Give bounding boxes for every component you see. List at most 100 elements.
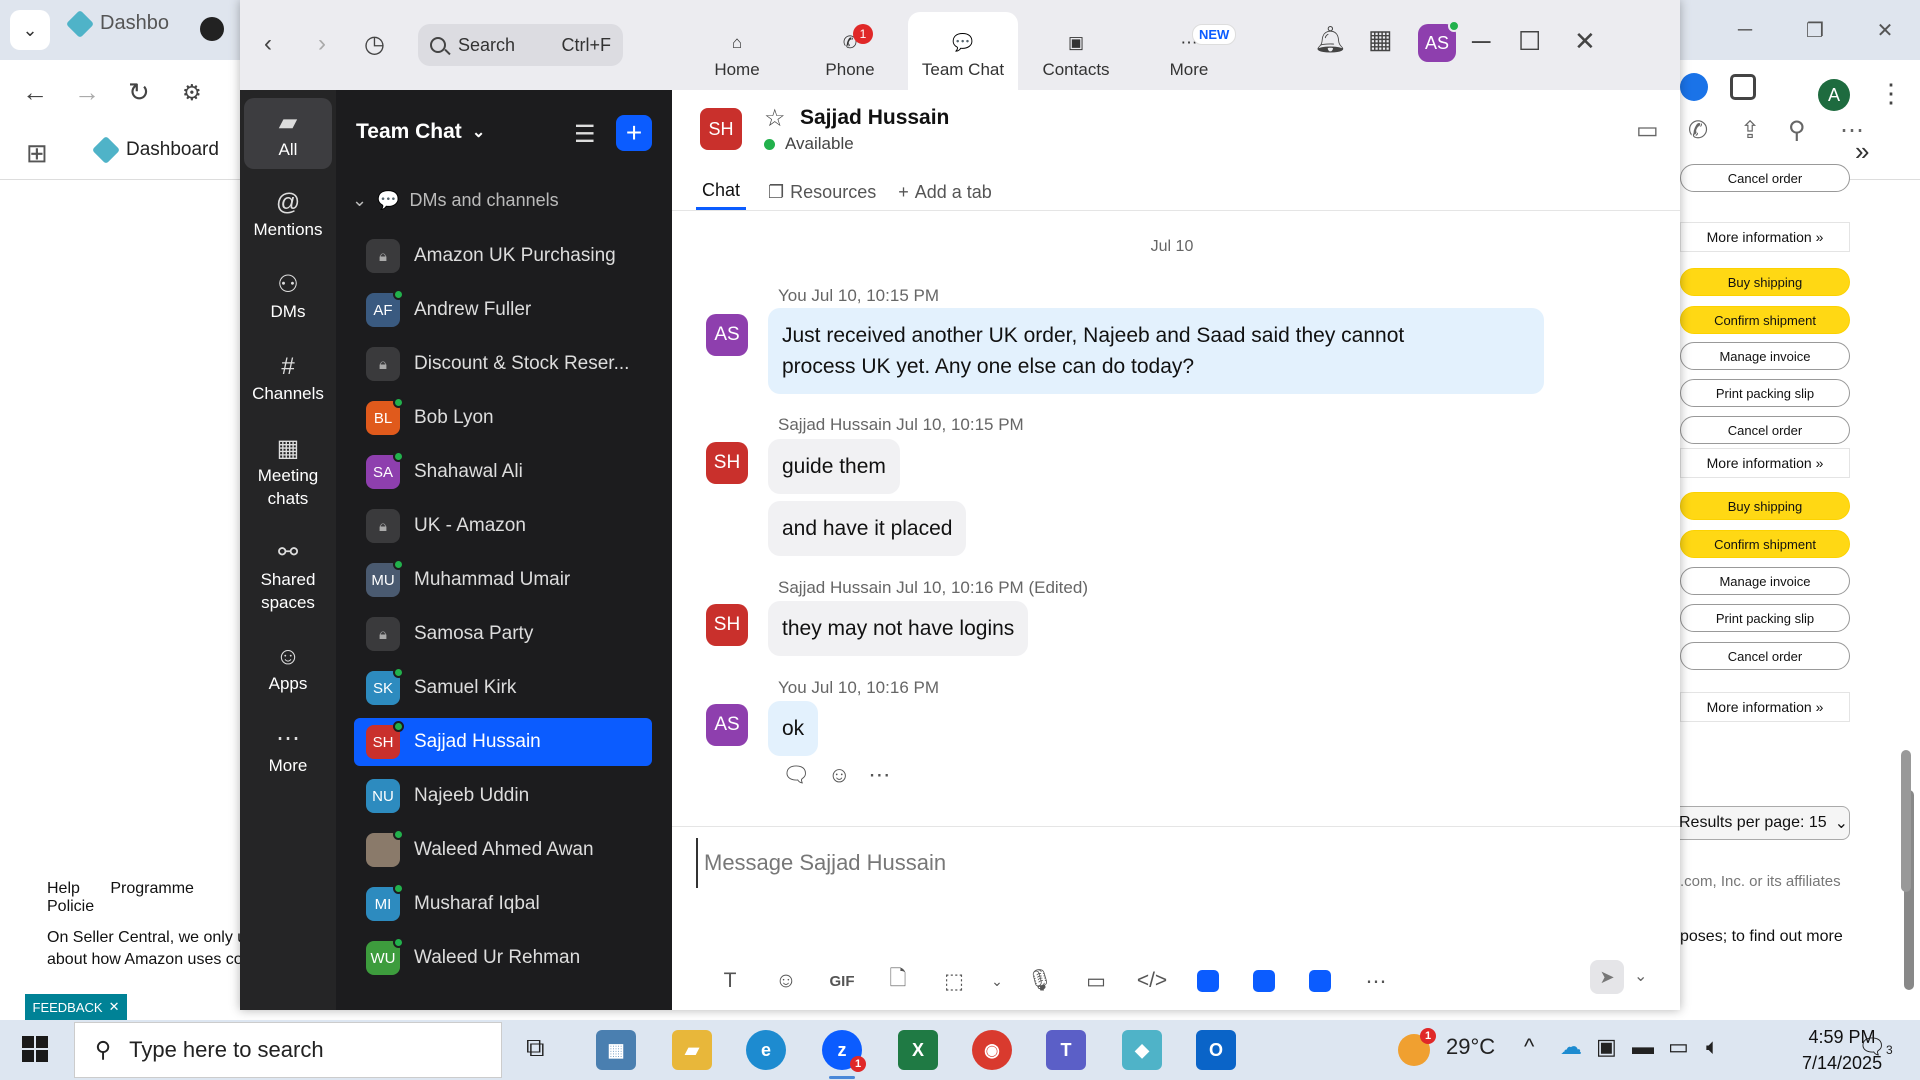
send-button[interactable]: ➤ [1590, 960, 1624, 994]
footer-link-help[interactable]: Help [47, 880, 80, 897]
message-bubble[interactable]: Just received another UK order, Najeeb a… [768, 308, 1544, 394]
message-bubble[interactable]: guide them [768, 439, 900, 494]
order-action-button[interactable]: Manage invoice [1680, 567, 1850, 595]
forward-icon[interactable]: → [74, 77, 100, 108]
notifications-icon[interactable]: 🗨︎3 [1858, 1034, 1893, 1060]
order-action-button[interactable]: Confirm shipment [1680, 306, 1850, 334]
rail-item-mentions[interactable]: @ Mentions [244, 186, 332, 241]
order-action-button[interactable]: Print packing slip [1680, 604, 1850, 632]
add-reaction-icon[interactable]: ☺ [828, 762, 850, 788]
calculator-icon[interactable]: ▦ [596, 1030, 636, 1070]
filter-icon[interactable]: ☰ [574, 120, 596, 149]
browser-tab-2[interactable] [200, 17, 224, 41]
conversation-item[interactable]: WU Waleed Ur Rehman [354, 934, 652, 982]
minimize-icon[interactable]: ─ [1472, 26, 1490, 57]
conversation-item[interactable]: MU Muhammad Umair [354, 556, 652, 604]
clips-app-icon[interactable] [1292, 966, 1348, 996]
bookmark-dashboard[interactable]: Dashboard [91, 135, 219, 165]
windows-start-icon[interactable] [22, 1036, 48, 1062]
more-icon[interactable]: ⋯ [868, 762, 890, 788]
tab-phone[interactable]: ✆ 1 Phone [795, 12, 905, 90]
site-info-icon[interactable]: ⚙ [182, 80, 202, 106]
microphone-icon[interactable]: 🎙︎ [1012, 966, 1068, 996]
star-icon[interactable]: ☆ [764, 104, 786, 133]
browser-profile-avatar[interactable]: A [1818, 79, 1850, 111]
conversation-item[interactable]: MI Musharaf Iqbal [354, 880, 652, 928]
more-tools-icon[interactable]: ⋯ [1348, 966, 1404, 996]
task-view-icon[interactable]: ⧉ [526, 1032, 545, 1064]
tab-search-button[interactable]: ⌄ [10, 10, 50, 50]
rail-item-dms[interactable]: ⚇ DMs [244, 268, 332, 323]
tab-home[interactable]: ⌂ Home [682, 12, 792, 90]
close-icon[interactable]: ✕ [1850, 0, 1920, 60]
back-icon[interactable]: ← [22, 77, 48, 108]
dashboard-app-icon[interactable]: ◆ [1122, 1030, 1162, 1070]
video-message-icon[interactable]: ▭ [1068, 966, 1124, 996]
whiteboard-app-icon[interactable] [1236, 966, 1292, 996]
conversation-item[interactable]: BL Bob Lyon [354, 394, 652, 442]
order-action-button[interactable]: Cancel order [1680, 164, 1850, 192]
excel-icon[interactable]: X [898, 1030, 938, 1070]
chat-scrollbar[interactable] [1900, 210, 1912, 910]
teams-icon[interactable]: T [1046, 1030, 1086, 1070]
rail-item-meeting-chats[interactable]: ▦ Meeting chats [244, 432, 332, 510]
format-text-icon[interactable]: T [702, 966, 758, 996]
minimize-icon[interactable]: ─ [1710, 0, 1780, 60]
calendar-icon[interactable]: ▦ [1368, 24, 1393, 55]
restore-icon[interactable]: ❐ [1780, 0, 1850, 60]
user-avatar[interactable]: AS [1418, 20, 1460, 62]
order-action-button[interactable]: Confirm shipment [1680, 530, 1850, 558]
conversation-item[interactable]: Waleed Ahmed Awan [354, 826, 652, 874]
gif-button[interactable]: GIF [814, 966, 870, 996]
order-action-button[interactable]: Buy shipping [1680, 492, 1850, 520]
contact-name[interactable]: Sajjad Hussain [800, 106, 949, 130]
close-icon[interactable]: ✕ [1574, 26, 1596, 57]
rail-item-more[interactable]: ⋯ More [244, 722, 332, 777]
zoom-app-icon[interactable]: z1 [822, 1030, 866, 1072]
section-dms-and-channels[interactable]: ⌄ 💬 DMs and channels [352, 190, 559, 211]
phone-icon[interactable]: ✆ [1688, 116, 1708, 145]
reply-icon[interactable]: 🗨︎ [782, 762, 810, 788]
tab-team-chat[interactable]: 💬 Team Chat [908, 12, 1018, 90]
rail-item-apps[interactable]: ☺ Apps [244, 640, 332, 695]
new-chat-button[interactable]: + [616, 115, 652, 151]
bell-icon[interactable]: 🔔︎ [1314, 24, 1347, 55]
search-icon[interactable]: ⚲ [1788, 116, 1806, 145]
message-bubble[interactable]: ok [768, 701, 819, 756]
order-action-button[interactable]: Buy shipping [1680, 268, 1850, 296]
order-action-button[interactable]: Cancel order [1680, 416, 1850, 444]
history-icon[interactable]: ◷ [364, 30, 385, 59]
battery-icon[interactable]: ▬ [1632, 1034, 1654, 1060]
tab-more[interactable]: ⋯ NEW More [1134, 12, 1244, 90]
tab-chat[interactable]: Chat [696, 174, 747, 210]
extensions-puzzle-icon[interactable] [1730, 74, 1756, 100]
video-icon[interactable]: ▭ [1636, 116, 1659, 145]
tab-resources[interactable]: ❐ Resources [768, 174, 876, 210]
code-snippet-icon[interactable]: </> [1124, 966, 1180, 996]
chrome-icon[interactable]: ◉ [972, 1030, 1012, 1070]
onedrive-icon[interactable]: ☁ [1560, 1034, 1582, 1060]
docs-app-icon[interactable] [1180, 966, 1236, 996]
conversation-item[interactable]: SK Samuel Kirk [354, 664, 652, 712]
scrollbar-thumb[interactable] [1901, 750, 1911, 892]
conversation-item[interactable]: 🔒︎ Amazon UK Purchasing [354, 232, 652, 280]
conversation-item[interactable]: NU Najeeb Uddin [354, 772, 652, 820]
order-action-button[interactable]: More information » [1680, 692, 1850, 722]
screenshot-icon[interactable]: ⬚ [926, 966, 982, 996]
order-action-button[interactable]: Cancel order [1680, 642, 1850, 670]
avatar[interactable]: AS [706, 314, 748, 356]
avatar[interactable]: SH [706, 442, 748, 484]
team-chat-menu[interactable]: Team Chat ⌄ [356, 120, 485, 144]
send-options-icon[interactable]: ⌄ [1634, 966, 1647, 986]
order-action-button[interactable]: More information » [1680, 222, 1850, 252]
contact-avatar[interactable]: SH [700, 108, 742, 150]
weather-icon[interactable]: 1 [1398, 1028, 1436, 1066]
taskbar-search[interactable]: ⚲ Type here to search [74, 1022, 502, 1078]
results-per-page-select[interactable]: Results per page: 15 ⌄ [1672, 806, 1850, 840]
zoom-search-box[interactable]: Search Ctrl+F [418, 24, 623, 66]
back-icon[interactable]: ‹ [264, 30, 272, 58]
file-explorer-icon[interactable]: ▰ [672, 1030, 712, 1070]
forward-icon[interactable]: › [318, 30, 326, 58]
browser-menu-icon[interactable]: ⋮ [1878, 78, 1904, 109]
conversation-item[interactable]: 🔒︎ UK - Amazon [354, 502, 652, 550]
